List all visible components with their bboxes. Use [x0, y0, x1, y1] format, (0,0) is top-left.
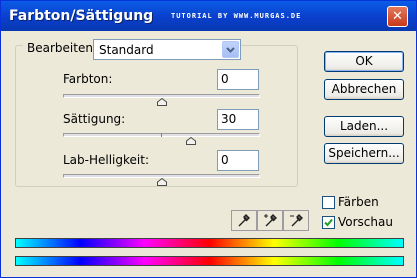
eyedropper-minus-button[interactable]: [283, 210, 309, 231]
ok-button[interactable]: OK: [324, 51, 404, 72]
lightness-slider-thumb[interactable]: [156, 175, 167, 186]
hue-input[interactable]: 0: [217, 69, 259, 90]
lightness-input[interactable]: 0: [217, 150, 259, 171]
eyedropper-icon: [238, 214, 250, 227]
eyedropper-button[interactable]: [231, 210, 257, 231]
colorize-label: Färben: [338, 195, 379, 209]
eyedropper-plus-icon: [264, 214, 277, 227]
hue-slider-thumb[interactable]: [156, 95, 167, 106]
edit-select[interactable]: Standard: [93, 39, 241, 60]
saturation-center-tick: [161, 133, 162, 137]
load-button[interactable]: Laden...: [324, 116, 404, 137]
close-button[interactable]: ✕: [387, 6, 408, 27]
hue-label: Farbton:: [63, 72, 113, 86]
eyedropper-plus-button[interactable]: [257, 210, 283, 231]
saturation-input[interactable]: 30: [217, 109, 259, 130]
title-bar[interactable]: Farbton/Sättigung TUTORIAL BY WWW.MURGAS…: [1, 1, 416, 31]
edit-label: Bearbeiten:: [23, 40, 101, 56]
colorize-checkbox[interactable]: [322, 196, 335, 209]
output-color-bar: [15, 256, 404, 266]
close-icon: ✕: [392, 9, 403, 24]
chevron-down-icon[interactable]: [222, 41, 239, 58]
edit-select-value: Standard: [99, 43, 154, 57]
dialog-window: Farbton/Sättigung TUTORIAL BY WWW.MURGAS…: [0, 0, 417, 278]
preview-checkbox[interactable]: [322, 216, 335, 229]
input-color-bar: [15, 238, 404, 248]
eyedropper-minus-icon: [290, 214, 303, 227]
cancel-button[interactable]: Abbrechen: [324, 79, 404, 100]
lightness-label: Lab-Helligkeit:: [63, 153, 149, 167]
save-button[interactable]: Speichern...: [324, 143, 404, 164]
preview-label: Vorschau: [338, 215, 393, 229]
saturation-slider-thumb[interactable]: [186, 134, 197, 145]
window-title: Farbton/Sättigung: [9, 8, 154, 24]
watermark-text: TUTORIAL BY WWW.MURGAS.DE: [171, 12, 302, 20]
checkmark-icon: [324, 218, 333, 227]
saturation-label: Sättigung:: [63, 112, 126, 126]
